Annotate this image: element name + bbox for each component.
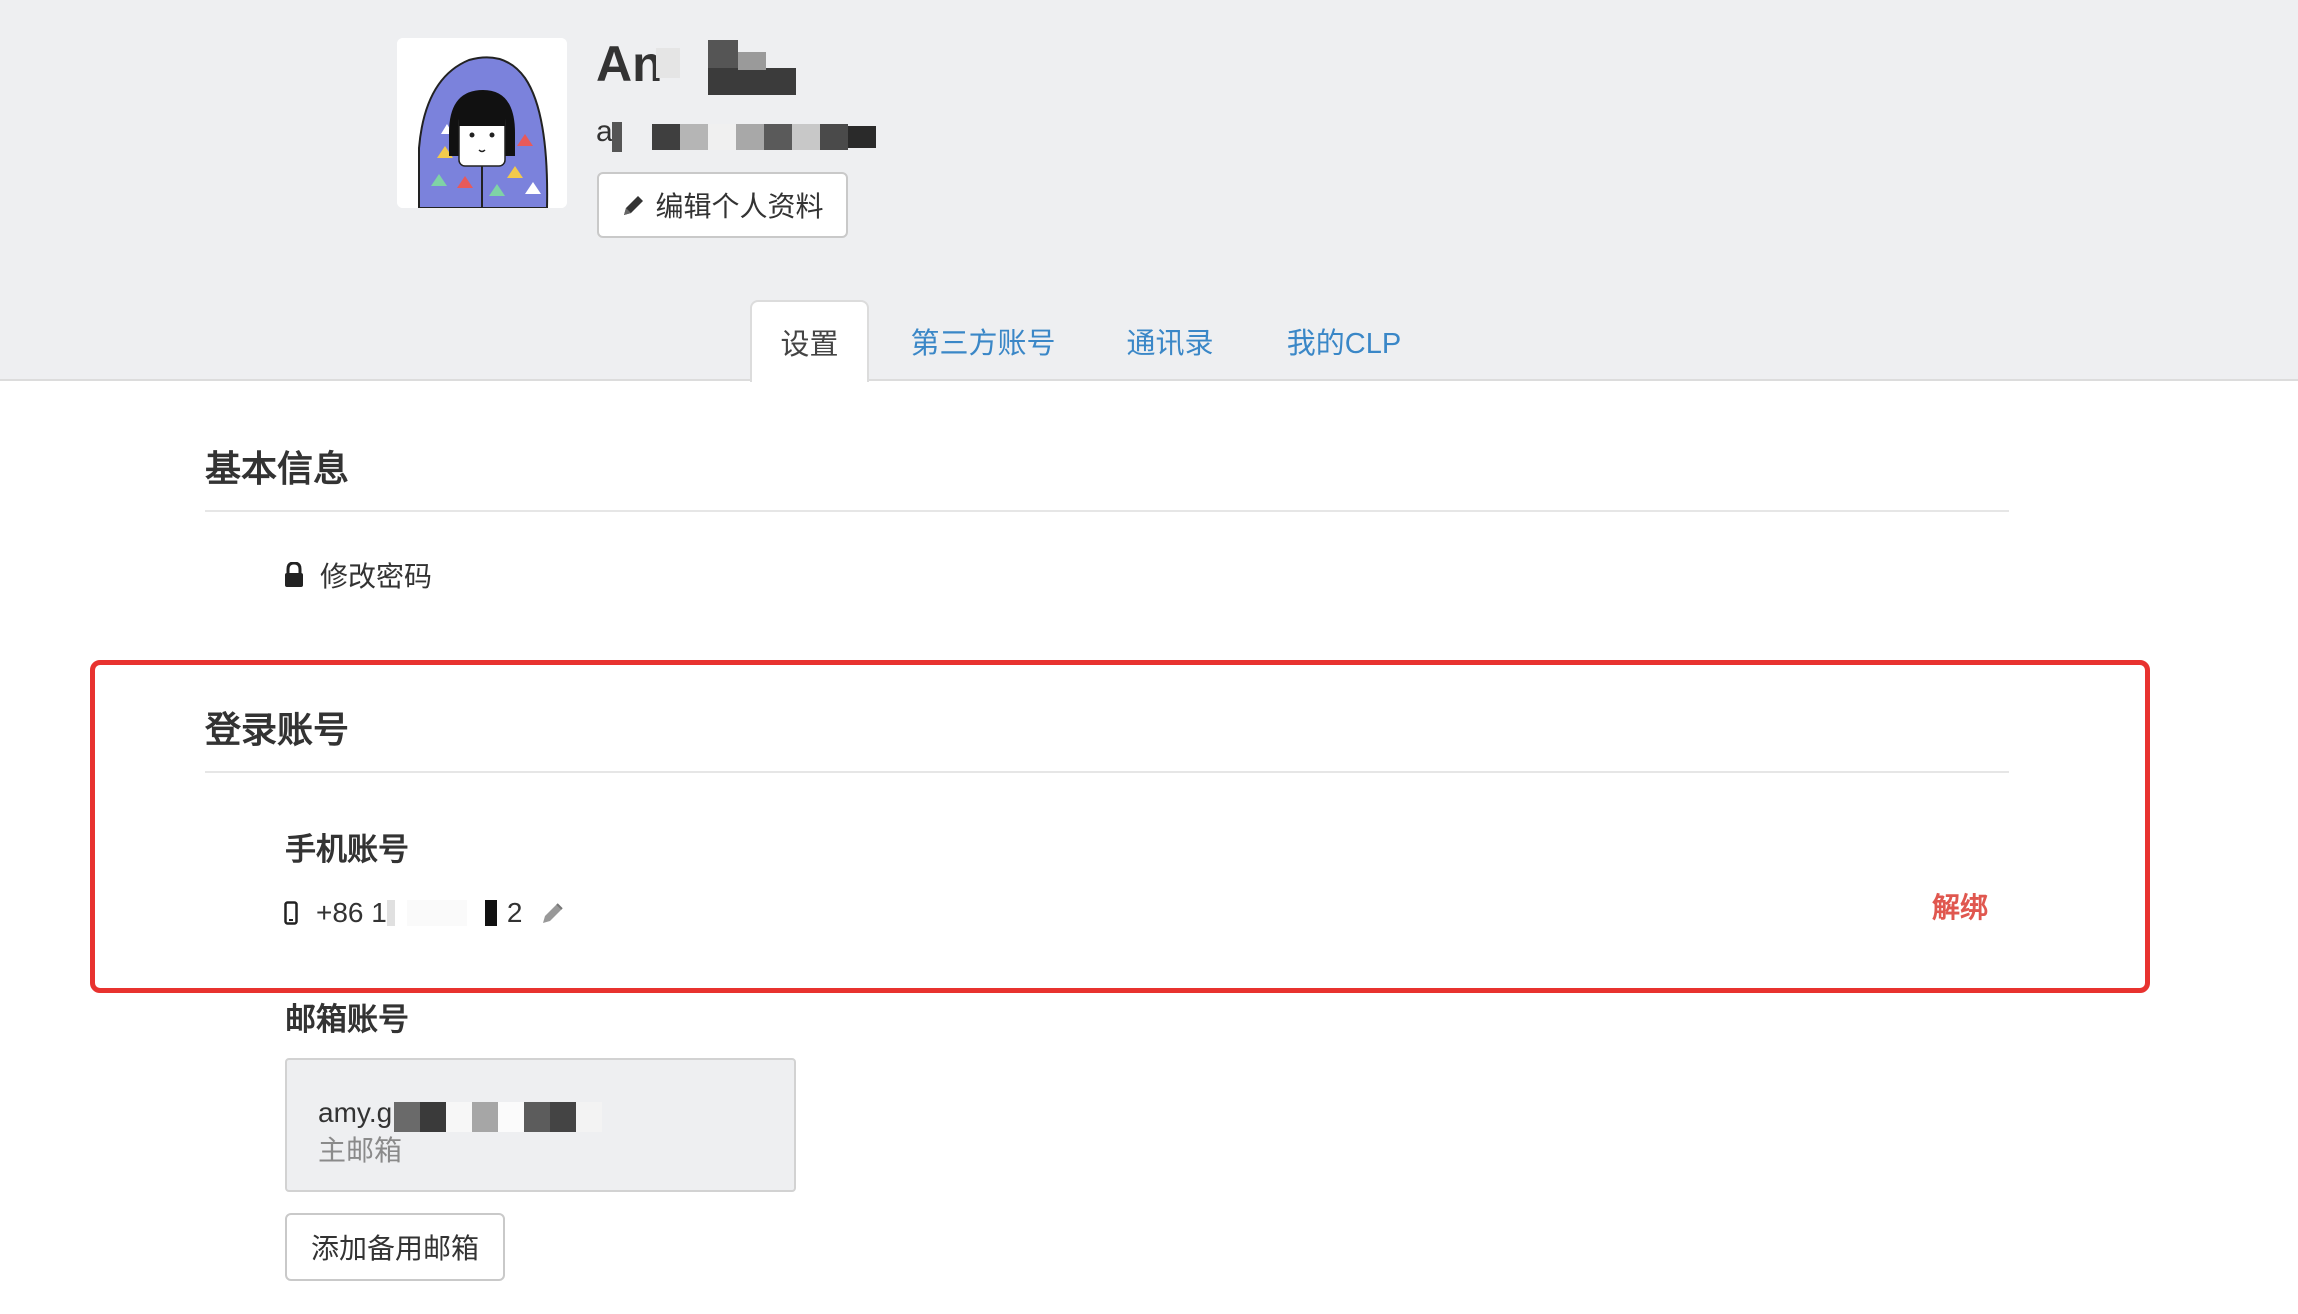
profile-email: a bbox=[596, 115, 613, 148]
basic-info-title: 基本信息 bbox=[205, 448, 350, 489]
avatar-illustration bbox=[397, 38, 567, 208]
add-backup-email-button[interactable]: 添加备用邮箱 bbox=[285, 1213, 505, 1281]
redacted-email-address-mosaic bbox=[394, 1102, 604, 1132]
email-address: amy.g bbox=[318, 1097, 393, 1128]
tab-settings-label: 设置 bbox=[780, 329, 839, 361]
tab-contacts[interactable]: 通讯录 bbox=[1120, 300, 1220, 382]
tab-third-party-accounts[interactable]: 第三方账号 bbox=[900, 300, 1066, 382]
tab-third-party-label: 第三方账号 bbox=[910, 328, 1056, 360]
edit-profile-label: 编辑个人资料 bbox=[655, 191, 824, 222]
pencil-icon bbox=[621, 192, 647, 218]
tab-contacts-label: 通讯录 bbox=[1126, 328, 1214, 360]
primary-email-tag: 主邮箱 bbox=[318, 1135, 403, 1166]
tab-my-clp-label: 我的CLP bbox=[1286, 328, 1402, 360]
primary-email-card: amy.g 主邮箱 bbox=[285, 1058, 796, 1192]
lock-icon bbox=[284, 562, 304, 588]
add-backup-email-label: 添加备用邮箱 bbox=[310, 1233, 479, 1264]
tab-settings[interactable]: 设置 bbox=[750, 300, 869, 382]
redacted-name-mosaic bbox=[650, 40, 800, 95]
login-accounts-highlight bbox=[90, 660, 2150, 993]
tab-my-clp[interactable]: 我的CLP bbox=[1282, 300, 1406, 382]
change-password-label: 修改密码 bbox=[320, 561, 433, 592]
change-password-link[interactable]: 修改密码 bbox=[284, 555, 432, 595]
redacted-email-mosaic bbox=[612, 122, 882, 152]
email-account-label: 邮箱账号 bbox=[285, 1002, 409, 1037]
basic-info-divider bbox=[205, 510, 2009, 512]
edit-profile-button[interactable]: 编辑个人资料 bbox=[597, 172, 848, 238]
user-avatar bbox=[397, 38, 567, 208]
